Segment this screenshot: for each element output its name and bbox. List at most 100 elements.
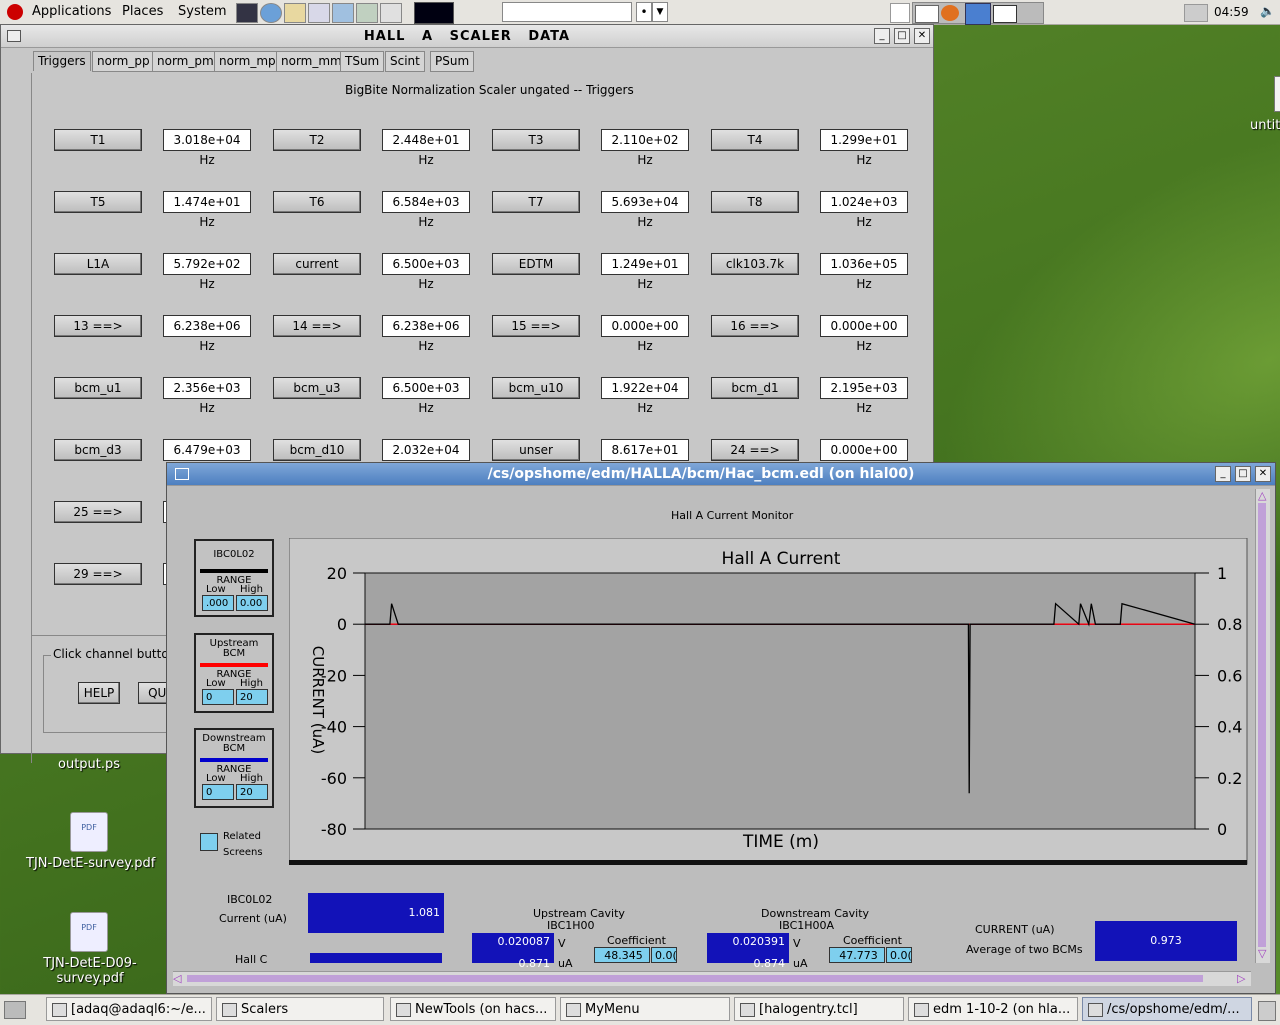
panel-search-input[interactable] [502, 2, 632, 22]
task-newtools[interactable]: NewTools (on hacs... [390, 997, 556, 1021]
channel-button-l1a[interactable]: L1A [54, 253, 142, 275]
low-field[interactable]: 0 [202, 689, 234, 705]
channel-button-bcm-d10[interactable]: bcm_d10 [273, 439, 361, 461]
high-field[interactable]: 0.00 [236, 595, 268, 611]
channel-button-current[interactable]: current [273, 253, 361, 275]
applications-menu[interactable]: Applications [32, 4, 111, 19]
channel-value-bcm-u10: 1.922e+04 Hz [601, 377, 689, 415]
channel-button-t3[interactable]: T3 [492, 129, 580, 151]
channel-button-t4[interactable]: T4 [711, 129, 799, 151]
trash-icon[interactable] [1258, 1001, 1276, 1021]
channel-button-unser[interactable]: unser [492, 439, 580, 461]
downstream-coef2-field[interactable]: 0.0( [886, 947, 912, 963]
channel-button-bcm-d3[interactable]: bcm_d3 [54, 439, 142, 461]
redhat-icon[interactable] [7, 4, 23, 20]
scrollbar-thumb[interactable] [187, 975, 1203, 982]
channel-button-t2[interactable]: T2 [273, 129, 361, 151]
workspace-3[interactable] [993, 5, 1017, 23]
channel-button-bcm-u10[interactable]: bcm_u10 [492, 377, 580, 399]
maximize-button[interactable]: □ [894, 28, 910, 44]
task-bcm-window[interactable]: /cs/opshome/edm/... [1082, 997, 1252, 1021]
tab-norm-mp[interactable]: norm_mp [214, 51, 281, 72]
pdf-tray-icon[interactable] [890, 3, 910, 23]
scroll-down-arrow-icon[interactable]: ▽ [1258, 947, 1266, 960]
desktop-icon-survey-pdf[interactable]: PDF TJN-DetE-survey.pdf [20, 812, 160, 874]
downstream-coef-field[interactable]: 47.773 [829, 947, 885, 963]
task-terminal[interactable]: [adaq@adaql6:~/e... [46, 997, 212, 1021]
channel-button-t6[interactable]: T6 [273, 191, 361, 213]
channel-button-edtm[interactable]: EDTM [492, 253, 580, 275]
task-halogentry[interactable]: [halogentry.tcl] [734, 997, 904, 1021]
clock[interactable]: 04:59 [1214, 5, 1249, 19]
scroll-up-arrow-icon[interactable]: △ [1258, 489, 1266, 502]
high-field[interactable]: 20 [236, 784, 268, 800]
maximize-button[interactable]: □ [1235, 466, 1251, 482]
volume-icon[interactable]: 🔈 [1260, 4, 1275, 20]
tab-triggers[interactable]: Triggers [33, 51, 91, 71]
bcm-titlebar[interactable]: /cs/opshome/edm/HALLA/bcm/Hac_bcm.edl (o… [167, 463, 1275, 486]
channel-button-t1[interactable]: T1 [54, 129, 142, 151]
task-mymenu[interactable]: MyMenu [560, 997, 730, 1021]
spreadsheet-launcher-icon[interactable] [356, 3, 378, 23]
scroll-right-arrow-icon[interactable]: ▷ [1237, 972, 1245, 985]
channel-button-24[interactable]: 24 ==> [711, 439, 799, 461]
horizontal-scrollbar[interactable]: ◁ ▷ [173, 971, 1251, 986]
tab-norm-mm[interactable]: norm_mm [276, 51, 347, 72]
help-button[interactable]: HELP [78, 682, 120, 704]
search-options-button[interactable]: • [636, 2, 652, 22]
vertical-scrollbar[interactable]: △ ▽ [1255, 489, 1270, 963]
related-screens-icon[interactable] [200, 833, 218, 851]
workspace-2[interactable] [965, 3, 991, 25]
channel-button-14[interactable]: 14 ==> [273, 315, 361, 337]
task-scalers[interactable]: Scalers [216, 997, 384, 1021]
channel-button-15[interactable]: 15 ==> [492, 315, 580, 337]
channel-button-16[interactable]: 16 ==> [711, 315, 799, 337]
channel-button-bcm-d1[interactable]: bcm_d1 [711, 377, 799, 399]
channel-button-13[interactable]: 13 ==> [54, 315, 142, 337]
firefox-icon[interactable] [941, 5, 959, 21]
channel-button-t8[interactable]: T8 [711, 191, 799, 213]
minimize-button[interactable]: _ [1215, 466, 1231, 482]
workspace-switcher[interactable] [912, 2, 1044, 25]
places-menu[interactable]: Places [122, 4, 163, 19]
upstream-coef2-field[interactable]: 0.0( [651, 947, 677, 963]
tab-tsum[interactable]: TSum [340, 51, 385, 72]
tab-norm-pm[interactable]: norm_pm [152, 51, 219, 72]
show-desktop-icon[interactable] [4, 1001, 26, 1019]
desktop-icon-untitled[interactable]: untit [1240, 74, 1280, 134]
terminal-launcher-icon[interactable] [236, 3, 258, 23]
desktop-icon-d09-survey-pdf[interactable]: PDF TJN-DetE-D09-survey.pdf [20, 912, 160, 992]
close-button[interactable]: ✕ [1255, 466, 1271, 482]
channel-button-t5[interactable]: T5 [54, 191, 142, 213]
printer-icon[interactable] [1184, 4, 1208, 22]
channel-button-bcm-u1[interactable]: bcm_u1 [54, 377, 142, 399]
channel-button-29[interactable]: 29 ==> [54, 563, 142, 585]
minimize-button[interactable]: _ [874, 28, 890, 44]
editor-launcher-icon[interactable] [308, 3, 330, 23]
system-menu[interactable]: System [178, 4, 226, 19]
related-screens-label[interactable]: Related Screens [223, 829, 273, 861]
scroll-left-arrow-icon[interactable]: ◁ [173, 972, 181, 985]
close-button[interactable]: ✕ [914, 28, 930, 44]
tab-norm-pp[interactable]: norm_pp [92, 51, 155, 72]
tab-scint[interactable]: Scint [385, 51, 425, 72]
channel-button-clk[interactable]: clk103.7k [711, 253, 799, 275]
task-edm[interactable]: edm 1-10-2 (on hla... [908, 997, 1078, 1021]
scaler-titlebar[interactable]: HALL A SCALER DATA _ □ ✕ [1, 25, 933, 48]
scrollbar-thumb[interactable] [1258, 503, 1266, 947]
tab-psum[interactable]: PSum [430, 51, 475, 72]
channel-button-t7[interactable]: T7 [492, 191, 580, 213]
workspace-1[interactable] [915, 5, 939, 23]
browser-launcher-icon[interactable] [260, 3, 282, 23]
presentation-launcher-icon[interactable] [332, 3, 354, 23]
channel-button-bcm-u3[interactable]: bcm_u3 [273, 377, 361, 399]
low-field[interactable]: .000 [202, 595, 234, 611]
system-monitor-icon[interactable] [414, 2, 454, 24]
mail-launcher-icon[interactable] [284, 3, 306, 23]
chevron-down-icon[interactable]: ▼ [652, 2, 668, 22]
notes-launcher-icon[interactable] [380, 3, 402, 23]
low-field[interactable]: 0 [202, 784, 234, 800]
upstream-coef-field[interactable]: 48.345 [594, 947, 650, 963]
channel-button-25[interactable]: 25 ==> [54, 501, 142, 523]
high-field[interactable]: 20 [236, 689, 268, 705]
